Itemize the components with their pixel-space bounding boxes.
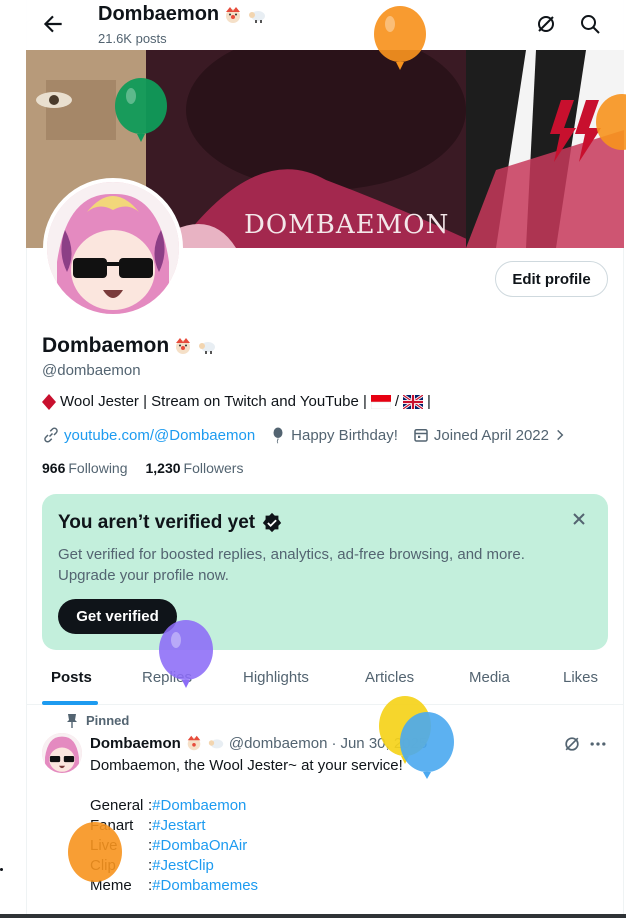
post-line: General: #Dombaemon bbox=[90, 796, 403, 816]
tab-articles[interactable]: Articles bbox=[365, 669, 414, 686]
header-name: Dombaemon bbox=[98, 3, 267, 26]
clown-emoji-icon bbox=[187, 735, 201, 751]
page-edge-dot bbox=[0, 868, 3, 871]
post-body: Dombaemon, the Wool Jester~ at your serv… bbox=[90, 756, 403, 896]
profile-link[interactable]: youtube.com/@Dombaemon bbox=[42, 426, 255, 444]
followers-link[interactable]: 1,230 Followers bbox=[146, 460, 244, 476]
clown-emoji-icon bbox=[176, 338, 191, 354]
bio-tail: | bbox=[427, 393, 431, 410]
profile-avatar[interactable] bbox=[43, 178, 183, 318]
followers-count: 1,230 bbox=[145, 460, 181, 476]
post-count: 21.6K posts bbox=[98, 31, 167, 46]
edit-profile-button[interactable]: Edit profile bbox=[495, 261, 608, 297]
bottom-border bbox=[0, 914, 626, 918]
grok-icon[interactable] bbox=[534, 12, 558, 36]
tab-likes[interactable]: Likes bbox=[563, 669, 598, 686]
more-options-icon[interactable] bbox=[588, 734, 608, 754]
hashtag-link[interactable]: #Jestart bbox=[152, 816, 205, 836]
bio-slash: / bbox=[394, 393, 400, 410]
profile-name-text: Dombaemon bbox=[42, 334, 170, 357]
hashtag-link[interactable]: #Dombaemon bbox=[152, 796, 246, 816]
post-line: Fanart: #Jestart bbox=[90, 816, 403, 836]
red-diamond-icon bbox=[42, 393, 56, 410]
tab-media[interactable]: Media bbox=[469, 669, 510, 686]
verify-text: Get verified for boosted replies, analyt… bbox=[58, 546, 525, 584]
sheep-emoji-icon bbox=[249, 10, 266, 23]
hashtag-link[interactable]: #DombaOnAir bbox=[152, 836, 247, 856]
verified-badge-icon bbox=[262, 512, 282, 533]
avatar-illustration bbox=[42, 733, 82, 773]
joined-text: Joined April 2022 bbox=[433, 426, 549, 444]
profile-header: Dombaemon 21.6K posts bbox=[26, 0, 624, 50]
grok-icon[interactable] bbox=[562, 734, 582, 754]
post-line: Meme: #Dombamemes bbox=[90, 876, 403, 896]
blue-balloon-icon bbox=[400, 712, 454, 779]
uk-flag-icon bbox=[403, 394, 424, 409]
profile-bio: Wool Jester | Stream on Twitch and YouTu… bbox=[42, 393, 431, 410]
link-icon bbox=[44, 427, 58, 443]
banner-text: DOMBAEMON bbox=[244, 210, 450, 240]
post-line: Clip: #JestClip bbox=[90, 856, 403, 876]
sheep-emoji-icon bbox=[199, 342, 216, 354]
profile-handle: @dombaemon bbox=[42, 362, 141, 379]
verify-title: You aren’t verified yet bbox=[58, 512, 283, 534]
profile-meta: youtube.com/@Dombaemon Happy Birthday! J… bbox=[42, 426, 581, 444]
following-label: Following bbox=[68, 460, 128, 476]
chevron-right-icon[interactable] bbox=[553, 428, 567, 442]
verify-title-text: You aren’t verified yet bbox=[58, 512, 256, 533]
joined-item: Joined April 2022 bbox=[412, 426, 567, 444]
post-header: Dombaemon @dombaemon · Jun 30, 2025 bbox=[90, 734, 427, 752]
profile-link-text[interactable]: youtube.com/@Dombaemon bbox=[64, 427, 255, 444]
following-count: 966 bbox=[42, 460, 66, 476]
post-avatar[interactable] bbox=[42, 733, 82, 773]
hashtag-link[interactable]: #Dombamemes bbox=[152, 876, 258, 896]
profile-name: Dombaemon bbox=[42, 334, 217, 358]
arrow-left-icon[interactable] bbox=[40, 11, 66, 37]
pinned-label: Pinned bbox=[86, 713, 130, 728]
indonesia-flag-icon bbox=[370, 394, 391, 409]
pinned-indicator: Pinned bbox=[66, 713, 129, 728]
orange-balloon-icon bbox=[374, 6, 426, 70]
header-name-text: Dombaemon bbox=[98, 3, 220, 25]
clown-emoji-icon bbox=[226, 6, 241, 23]
birthday-text: Happy Birthday! bbox=[291, 426, 398, 444]
green-balloon-icon bbox=[115, 78, 167, 142]
close-icon[interactable] bbox=[569, 509, 589, 529]
post-author-handle[interactable]: @dombaemon bbox=[229, 735, 328, 752]
bio-text: Wool Jester | Stream on Twitch and YouTu… bbox=[60, 393, 367, 410]
hashtag-link[interactable]: #JestClip bbox=[152, 856, 214, 876]
followers-label: Followers bbox=[183, 460, 244, 476]
tab-highlights[interactable]: Highlights bbox=[243, 669, 309, 686]
search-icon[interactable] bbox=[578, 12, 602, 36]
profile-tabs: Posts Replies Highlights Articles Media … bbox=[26, 655, 624, 705]
following-link[interactable]: 966 Following bbox=[42, 460, 128, 476]
post-intro: Dombaemon, the Wool Jester~ at your serv… bbox=[90, 757, 403, 774]
orange-balloon-icon bbox=[68, 822, 122, 882]
avatar-illustration bbox=[47, 182, 179, 314]
balloon-icon bbox=[273, 427, 283, 444]
orange-balloon-icon bbox=[596, 94, 626, 150]
post-line: Live: #DombaOnAir bbox=[90, 836, 403, 856]
calendar-icon bbox=[414, 429, 428, 442]
verify-card: You aren’t verified yet Get verified for… bbox=[42, 494, 608, 650]
tab-posts[interactable]: Posts bbox=[51, 669, 92, 686]
sheep-emoji-icon bbox=[208, 739, 224, 749]
follow-stats: 966 Following 1,230 Followers bbox=[42, 460, 243, 476]
active-tab-indicator bbox=[42, 701, 98, 705]
post-line-label: General bbox=[90, 797, 144, 814]
post-separator: · bbox=[331, 734, 337, 752]
purple-balloon-icon bbox=[159, 620, 213, 688]
birthday-item[interactable]: Happy Birthday! bbox=[269, 426, 398, 444]
post-author-name[interactable]: Dombaemon bbox=[90, 735, 181, 752]
pin-icon bbox=[67, 713, 77, 728]
